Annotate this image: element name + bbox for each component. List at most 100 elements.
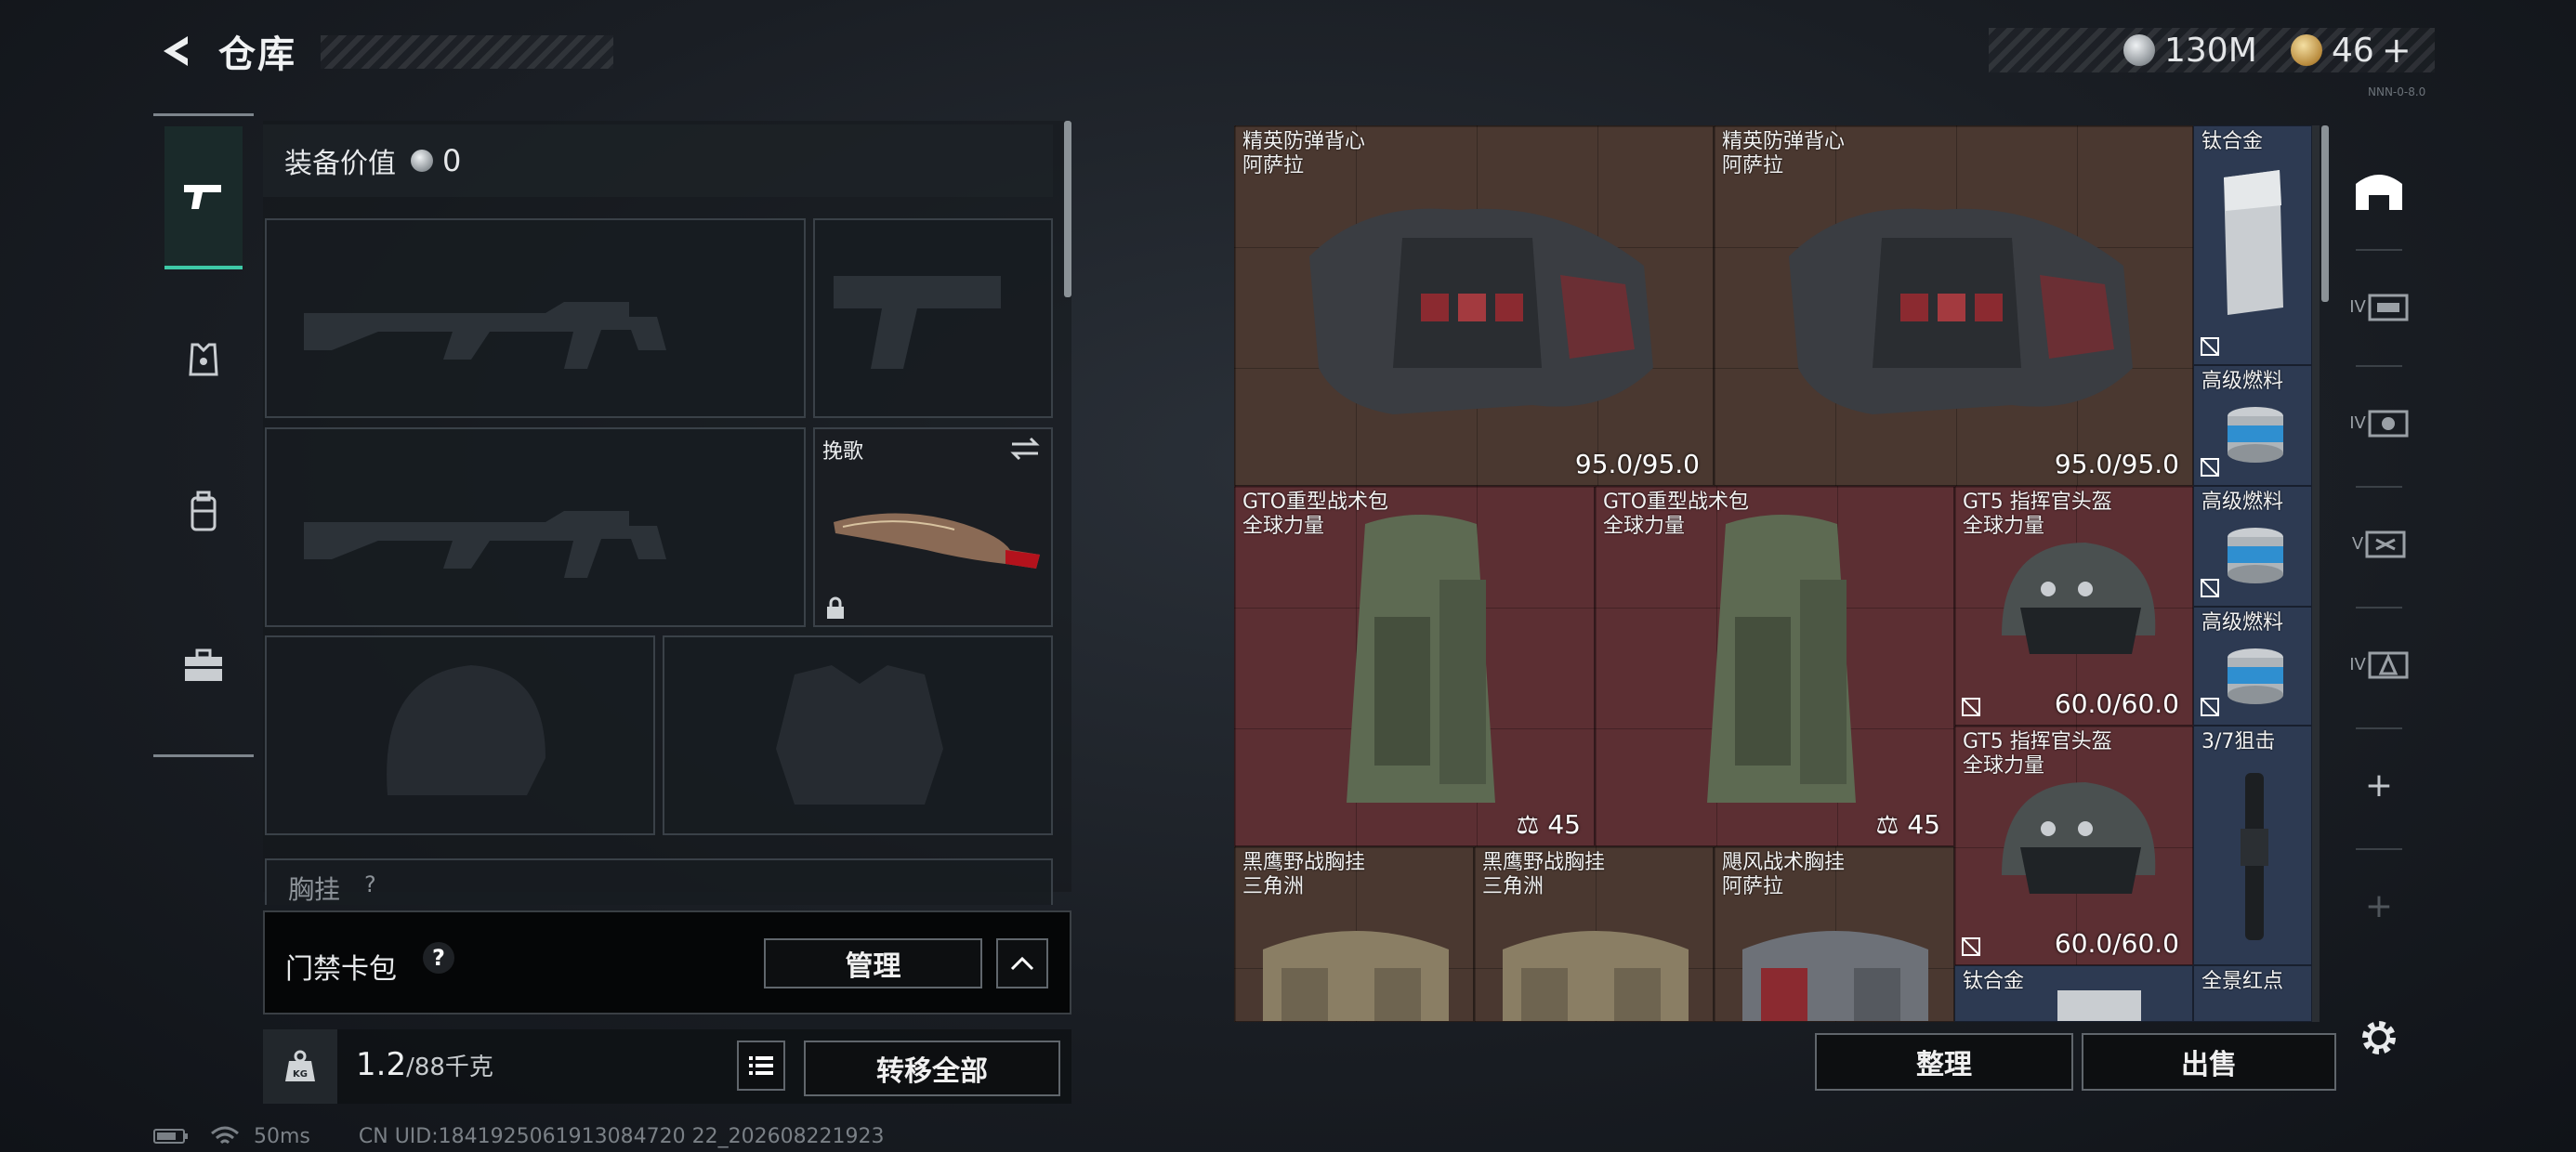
stash-item-helmet[interactable]: GT5 指挥官头盔 全球力量 60.0/60.0 [1954,486,2193,726]
body-armor-slot[interactable] [663,635,1053,835]
tab-level: IV [2349,412,2366,433]
item-name: 精英防弹背心 阿萨拉 [1722,130,1846,177]
title-decoration [321,35,613,69]
wifi-icon [211,1126,239,1145]
gold-amount: 46 [2332,31,2374,70]
melee-name: 挽歌 [822,440,864,464]
stash-item-backpack[interactable]: GTO重型战术包 全球力量 ⚖ 45 [1595,486,1954,846]
stash-item-scope[interactable]: 3/7狙击 [2193,726,2312,965]
stash-item-chest-rig[interactable]: 黑鹰野战胸挂 三角洲 [1234,846,1474,1022]
rifle-silhouette-icon [304,302,666,369]
backpack-icon [191,491,217,531]
stash-v-icon [2365,530,2406,558]
item-name: 高级燃料 [2201,491,2284,514]
pistol-icon [184,185,221,209]
stash-item-fuel[interactable]: 高级燃料 [2193,365,2312,486]
metal-plate-icon [2224,170,2283,315]
stash-item-fuel[interactable]: 高级燃料 [2193,486,2312,607]
silver-coin-icon [411,150,433,172]
stash-tab-v[interactable]: V [2337,492,2421,595]
stash-tab-home[interactable] [2337,139,2421,242]
nav-armor[interactable] [164,290,243,429]
primary-weapon-slot[interactable] [265,218,806,418]
manage-button[interactable]: 管理 [764,938,982,988]
stash-home-icon [2356,175,2402,210]
metal-plate-icon [2057,990,2141,1021]
tab-level: V [2351,533,2364,554]
nav-backpack[interactable] [164,443,243,583]
pistol-silhouette-icon [834,276,1001,369]
kukri-knife-icon [834,513,1040,569]
stash-item-fuel[interactable]: 高级燃料 [2193,607,2312,726]
back-button[interactable] [153,28,200,74]
stash-tab-iv-3[interactable]: IV [2337,613,2421,715]
add-stash-disabled-icon: + [2364,886,2394,925]
keycard-help-icon[interactable]: ? [423,942,454,974]
no-insurance-icon [1962,937,1980,956]
rifle-silhouette-icon [304,511,666,578]
collapse-button[interactable] [996,938,1048,988]
stash-iv-1-icon [2368,294,2409,321]
item-name: GT5 指挥官头盔 全球力量 [1963,730,2112,778]
weight-icon-box: KG [263,1029,337,1104]
item-name: 黑鹰野战胸挂 三角洲 [1482,851,1606,898]
item-name: 钛合金 [1963,970,2025,993]
stash-tab-iv-1[interactable]: IV [2337,255,2421,358]
stash-item-chest-rig[interactable]: 黑鹰野战胸挂 三角洲 [1474,846,1714,1022]
stash-grid: 精英防弹背心 阿萨拉 95.0/95.0 精英防弹背心 阿萨拉 95.0/95.0 … [1234,125,2320,1022]
chest-rig-slot[interactable]: 胸挂 ? [265,858,1053,905]
stash-tabs: IV IV V IV + + [2337,139,2421,975]
settings-icon [2362,1021,2396,1054]
stash-item-chest-rig[interactable]: 飓风战术胸挂 阿萨拉 [1714,846,1954,1022]
secondary-weapon-slot[interactable] [265,427,806,627]
stash-item-red-dot[interactable]: 全景红点 [2193,965,2312,1022]
sort-button[interactable]: 整理 [1815,1033,2073,1091]
gold-currency[interactable]: 46 + [2291,28,2412,72]
keycard-label: 门禁卡包 [285,953,397,986]
sell-button[interactable]: 出售 [2082,1033,2336,1091]
nav-toolbox[interactable] [164,596,243,736]
melee-slot[interactable]: 挽歌 [813,427,1053,627]
stash-item-helmet[interactable]: GT5 指挥官头盔 全球力量 60.0/60.0 [1954,726,2193,965]
stash-iv-2-icon [2368,410,2409,438]
swap-icon[interactable] [1008,435,1042,463]
stash-item-vest[interactable]: 精英防弹背心 阿萨拉 95.0/95.0 [1234,125,1714,486]
helmet-slot[interactable] [265,635,655,835]
stash-item-backpack[interactable]: GTO重型战术包 全球力量 ⚖ 45 [1234,486,1595,846]
item-capacity: 45 [1907,809,1940,840]
transfer-all-button[interactable]: 转移全部 [804,1041,1060,1096]
lock-icon [827,596,844,619]
backpack-icon [1347,515,1495,803]
scope-icon [2241,773,2268,940]
settings-button[interactable] [2356,1015,2402,1061]
stash-item-titanium[interactable]: 钛合金 [1954,965,2193,1022]
uid: CN UID:1841925061913084720 22_2026082219… [358,1124,885,1148]
weight-max: /88千克 [406,1054,493,1081]
add-gold-icon[interactable]: + [2382,30,2412,71]
weight-readout: 1.2 /88千克 [356,1046,493,1083]
armor-vest-icon [189,343,218,376]
no-insurance-icon [2201,698,2219,716]
nav-weapons[interactable] [164,126,243,269]
battery-icon [153,1129,188,1144]
item-name: 钛合金 [2201,130,2264,153]
silver-currency: 130M [2123,28,2257,72]
add-stash-icon[interactable]: + [2337,734,2421,836]
loadout-scrollbar[interactable] [1064,121,1071,297]
tab-level: IV [2349,654,2366,674]
backpack-icon [1707,515,1856,803]
stash-tab-iv-2[interactable]: IV [2337,372,2421,474]
sidearm-slot[interactable] [813,218,1053,418]
chest-rig-icon [1503,931,1689,1021]
list-view-button[interactable] [737,1041,785,1091]
vest-icon [1789,208,2133,414]
helmet-icon [2002,543,2156,654]
stash-scrollbar[interactable] [2321,125,2329,302]
item-durability: 95.0/95.0 [1574,449,1700,479]
help-icon[interactable]: ? [364,871,376,897]
stash-item-vest[interactable]: 精英防弹背心 阿萨拉 95.0/95.0 [1714,125,2193,486]
fuel-can-icon [2228,648,2283,704]
stash-item-titanium[interactable]: 钛合金 [2193,125,2312,365]
status-bar: 50ms CN UID:1841925061913084720 22_20260… [153,1122,885,1150]
list-icon [749,1056,773,1075]
